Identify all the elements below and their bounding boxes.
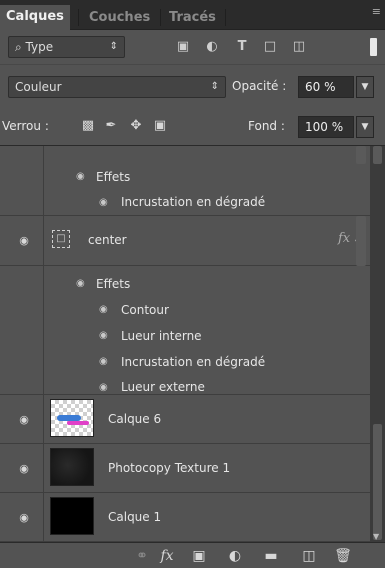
add-mask-icon[interactable]: ▣ xyxy=(190,547,208,565)
fill-dropdown-icon[interactable]: ▼ xyxy=(356,116,374,138)
panel-tab-bar: Calques Couches Tracés ≡ xyxy=(0,0,385,30)
blend-mode-label: Couleur xyxy=(15,80,62,94)
fx-icon[interactable]: fx xyxy=(158,547,176,565)
opacity-label: Opacité : xyxy=(232,79,287,93)
eye-icon[interactable]: ◉ xyxy=(17,463,31,474)
lock-label: Verrou : xyxy=(2,119,49,133)
select-arrows-icon: ⇕ xyxy=(109,41,118,52)
filter-kind-select[interactable]: ⌕ Type ⇕ xyxy=(8,36,125,58)
filter-kind-label: ⌕ Type xyxy=(15,40,54,54)
effects-label: Effets xyxy=(96,170,131,184)
layer-thumbnail xyxy=(50,399,94,437)
effect-item: Lueur interne xyxy=(121,329,202,343)
link-icon[interactable]: ⚭ xyxy=(133,547,151,565)
effect-item: Incrustation en dégradé xyxy=(121,355,266,369)
scroll-thumb[interactable] xyxy=(373,424,382,540)
visibility-column xyxy=(0,266,44,394)
filter-smart-object-icon[interactable]: ◫ xyxy=(291,40,307,54)
panel-menu-icon[interactable]: ≡ xyxy=(372,5,381,18)
effect-item: Incrustation en dégradé xyxy=(121,195,266,209)
shape-layer-thumbnail-icon: □ xyxy=(52,230,70,248)
layer-row-calque-6[interactable]: ◉ Calque 6 xyxy=(0,395,370,444)
eye-icon[interactable]: ◉ xyxy=(17,235,31,246)
effect-visibility-icon[interactable]: ◉ xyxy=(99,382,108,393)
layers-footer-toolbar: ⚭ fx ▣ ◐ ▬ ◫ 🗑 xyxy=(0,542,385,568)
lock-all-icon[interactable]: ▣ xyxy=(153,119,167,133)
new-group-icon[interactable]: ▬ xyxy=(262,547,280,565)
layer-name[interactable]: Calque 1 xyxy=(108,510,161,524)
layer-thumbnail xyxy=(50,448,94,486)
new-layer-icon[interactable]: ◫ xyxy=(300,547,318,565)
tab-divider xyxy=(160,9,161,26)
effects-label: Effets xyxy=(96,277,131,291)
effect-item: Lueur externe xyxy=(121,380,205,394)
fill-label: Fond : xyxy=(248,119,285,133)
effect-visibility-icon[interactable]: ◉ xyxy=(99,197,108,208)
eye-icon[interactable]: ◉ xyxy=(17,512,31,523)
adjustment-layer-icon[interactable]: ◐ xyxy=(226,547,244,565)
lock-transparency-icon[interactable]: ▩ xyxy=(81,119,95,133)
inner-scroll-thumb[interactable] xyxy=(356,146,366,164)
layer-name[interactable]: center xyxy=(88,233,127,247)
fx-badge[interactable]: fx xyxy=(338,231,350,246)
inner-scroll-thumb[interactable] xyxy=(356,216,366,266)
center-effects-group: ◉ Effets ◉ Contour ◉ Lueur interne ◉ Inc… xyxy=(0,266,370,394)
visibility-column xyxy=(0,146,44,216)
layers-scrollbar[interactable]: ▼ xyxy=(370,146,385,542)
lock-brush-icon[interactable]: ✒ xyxy=(104,119,118,133)
trash-icon[interactable]: 🗑 xyxy=(334,547,352,565)
filter-text-icon[interactable]: T xyxy=(234,40,250,54)
effect-item: Contour xyxy=(121,303,169,317)
opacity-dropdown-icon[interactable]: ▼ xyxy=(356,76,374,98)
layer-effects-group: ◉ Effets ◉ Incrustation en dégradé xyxy=(0,146,370,216)
filter-toggle-switch[interactable] xyxy=(370,38,377,56)
blend-mode-select[interactable]: Couleur ⇕ xyxy=(8,76,226,98)
opacity-field[interactable]: 60 % xyxy=(298,76,354,98)
eye-icon[interactable]: ◉ xyxy=(17,414,31,425)
select-arrows-icon: ⇕ xyxy=(210,81,219,92)
effect-visibility-icon[interactable]: ◉ xyxy=(99,304,108,315)
tab-traces[interactable]: Tracés xyxy=(163,6,222,30)
effects-visibility-icon[interactable]: ◉ xyxy=(76,278,85,289)
layer-row-center[interactable]: ◉ □ center fx ▲ xyxy=(0,216,370,266)
lock-position-icon[interactable]: ✥ xyxy=(129,119,143,133)
layer-name[interactable]: Photocopy Texture 1 xyxy=(108,461,230,475)
layer-name[interactable]: Calque 6 xyxy=(108,412,161,426)
layer-row-calque-1[interactable]: ◉ Calque 1 xyxy=(0,493,370,542)
effects-visibility-icon[interactable]: ◉ xyxy=(76,171,85,182)
layer-thumbnail xyxy=(50,497,94,535)
tab-divider xyxy=(78,9,79,26)
layer-row-photocopy-texture[interactable]: ◉ Photocopy Texture 1 xyxy=(0,444,370,493)
filter-adjustment-icon[interactable]: ◐ xyxy=(204,40,220,54)
layers-list[interactable]: ◉ Effets ◉ Incrustation en dégradé ◉ □ c… xyxy=(0,146,370,542)
scroll-down-icon[interactable]: ▼ xyxy=(373,532,379,541)
tab-couches[interactable]: Couches xyxy=(83,6,156,30)
effect-visibility-icon[interactable]: ◉ xyxy=(99,356,108,367)
tab-calques[interactable]: Calques xyxy=(0,5,70,30)
filter-pixel-icon[interactable]: ▣ xyxy=(175,40,191,54)
effect-visibility-icon[interactable]: ◉ xyxy=(99,330,108,341)
tab-divider xyxy=(225,9,226,26)
scroll-thumb[interactable] xyxy=(373,146,382,164)
filter-shape-icon[interactable]: □ xyxy=(262,40,278,54)
fill-field[interactable]: 100 % xyxy=(298,116,354,138)
